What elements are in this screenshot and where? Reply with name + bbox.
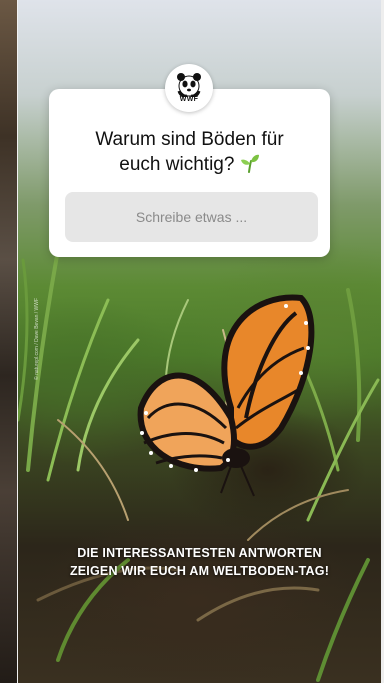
wwf-logo: WWF xyxy=(165,64,213,112)
caption-line-1: DIE INTERESSANTESTEN ANTWORTEN xyxy=(77,546,322,560)
logo-text: WWF xyxy=(179,96,199,103)
question-line-2: euch wichtig? xyxy=(119,154,235,175)
question-line-1: Warum sind Böden für xyxy=(95,129,284,150)
answer-input[interactable] xyxy=(65,192,318,242)
caption-line-2: ZEIGEN WIR EUCH AM WELTBODEN-TAG! xyxy=(69,564,330,578)
panda-icon xyxy=(177,73,201,97)
story-caption: DIE INTERESSANTESTEN ANTWORTEN ZEIGEN WI… xyxy=(18,544,381,580)
butterfly-image xyxy=(137,294,315,497)
question-sticker: Warum sind Böden für euch wichtig? xyxy=(49,89,330,257)
photo-credit: © naturepl.com / Dave Bevan / WWF xyxy=(34,297,40,380)
previous-story-edge[interactable] xyxy=(0,0,18,683)
seedling-icon xyxy=(240,154,259,173)
question-text: Warum sind Böden für euch wichtig? xyxy=(59,127,320,177)
